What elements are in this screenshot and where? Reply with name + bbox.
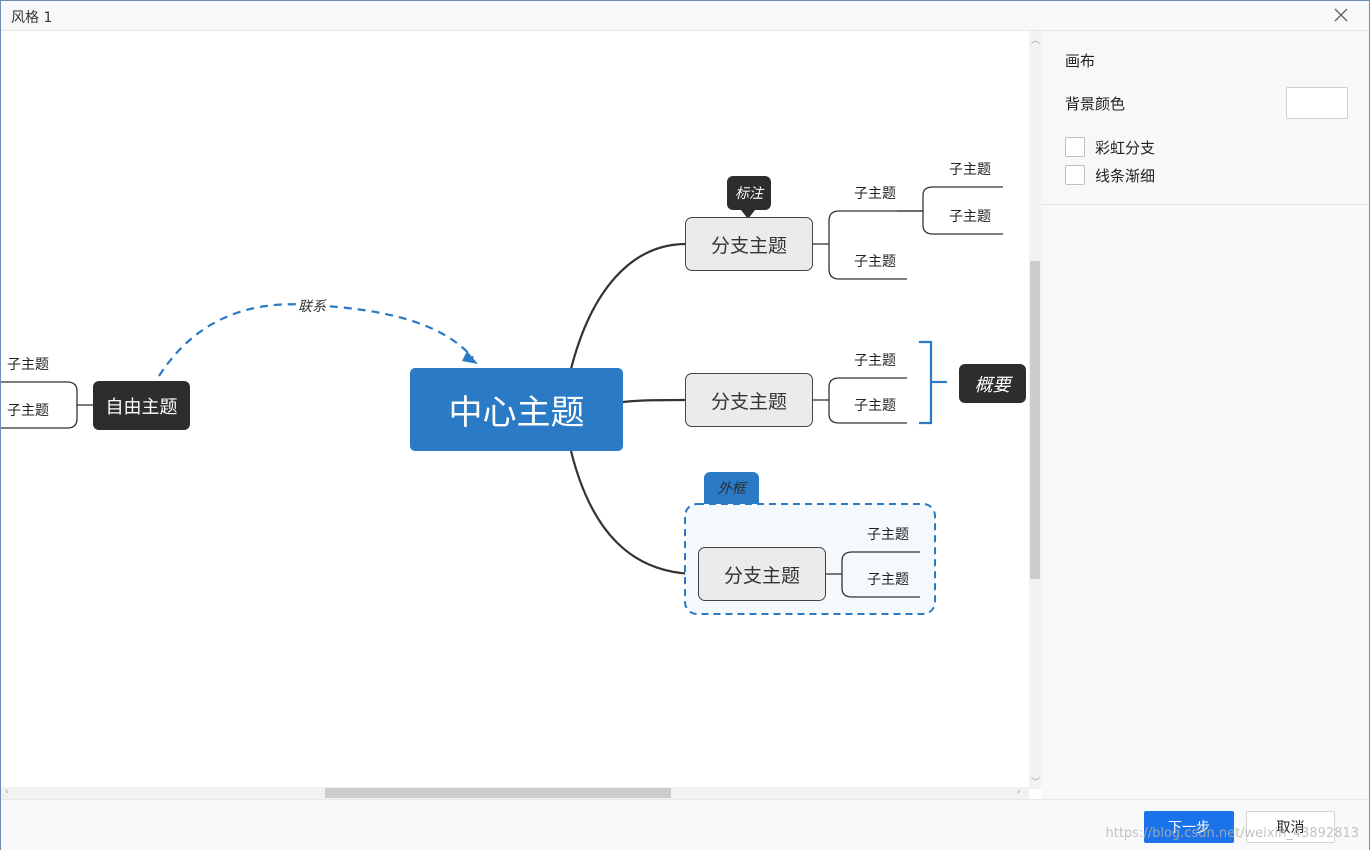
tapered-lines-checkbox[interactable] [1065,165,1085,185]
rainbow-branch-option[interactable]: 彩虹分支 [1065,136,1155,158]
subtopic[interactable]: 子主题 [949,206,991,226]
horizontal-scrollbar[interactable]: ‹ › [1,787,1029,799]
boundary-label[interactable]: 外框 [704,472,759,504]
subtopic[interactable]: 子主题 [867,569,909,589]
subtopic[interactable]: 子主题 [949,159,991,179]
subtopic[interactable]: 子主题 [867,524,909,544]
subtopic[interactable]: 子主题 [854,350,896,370]
subtopic[interactable]: 子主题 [854,395,896,415]
tapered-lines-label: 线条渐细 [1095,166,1156,185]
mindmap-canvas[interactable]: 联系 中心主题 分支主题 分支主题 分支主题 标注 概要 外框 自由主题 子主题… [1,31,1029,787]
subtopic[interactable]: 子主题 [7,354,49,374]
dialog-title: 风格 1 [11,10,53,26]
scroll-right-icon[interactable]: › [1017,787,1021,797]
background-color-swatch[interactable] [1286,87,1348,119]
rainbow-branch-label: 彩虹分支 [1095,138,1156,157]
vertical-scroll-thumb[interactable] [1030,261,1040,579]
subtopic[interactable]: 子主题 [854,251,896,271]
properties-panel: 画布 背景颜色 彩虹分支 线条渐细 [1041,31,1369,799]
scroll-down-icon[interactable]: ﹀ [1031,775,1040,788]
subtopic[interactable]: 子主题 [854,183,896,203]
branch-topic-2[interactable]: 分支主题 [685,373,813,427]
scroll-up-icon[interactable]: ︿ [1031,33,1040,46]
free-topic[interactable]: 自由主题 [93,381,190,430]
dialog-window: 风格 1 联系 中心主题 分支主题 分支主题 分支主题 标注 概要 外框 自由主… [0,0,1370,850]
vertical-scrollbar[interactable]: ︿ ﹀ [1029,31,1041,789]
rainbow-branch-checkbox[interactable] [1065,137,1085,157]
subtopic[interactable]: 子主题 [7,400,49,420]
watermark: https://blog.csdn.net/weixin_43892813 [1105,826,1359,841]
relationship-label[interactable]: 联系 [296,296,328,316]
central-topic[interactable]: 中心主题 [410,368,623,451]
branch-topic-3[interactable]: 分支主题 [698,547,826,601]
summary-topic[interactable]: 概要 [959,364,1026,403]
background-color-label: 背景颜色 [1065,95,1126,113]
tapered-lines-option[interactable]: 线条渐细 [1065,164,1155,186]
title-bar: 风格 1 [1,1,1369,31]
canvas-section-title: 画布 [1065,52,1096,70]
panel-divider [1041,204,1369,205]
branch-topic-1[interactable]: 分支主题 [685,217,813,271]
callout-label[interactable]: 标注 [727,176,771,210]
horizontal-scroll-thumb[interactable] [325,788,671,798]
close-icon[interactable] [1331,5,1351,25]
scroll-left-icon[interactable]: ‹ [5,787,9,797]
dialog-footer: 下一步 取消 [1,799,1369,850]
